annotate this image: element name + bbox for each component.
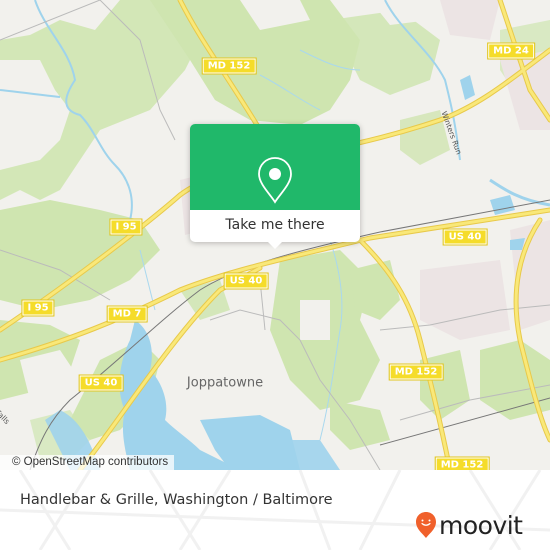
popup-header: [190, 124, 360, 210]
popup-tail: [267, 241, 283, 249]
moovit-pin-icon: [416, 512, 436, 538]
road-shield-md7: MD 7: [106, 305, 148, 323]
road-shield-md152: MD 152: [201, 57, 257, 75]
location-title: Handlebar & Grille, Washington / Baltimo…: [20, 492, 333, 508]
road-shield-us40: US 40: [442, 228, 488, 246]
moovit-logo[interactable]: moovit: [415, 507, 523, 543]
road-shield-i95: I 95: [109, 218, 143, 236]
road-shield-us40: US 40: [223, 272, 269, 290]
osm-attribution-link[interactable]: © OpenStreetMap contributors: [0, 455, 175, 470]
road-shield-md152: MD 152: [434, 456, 490, 470]
place-label-joppatowne: Joppatowne: [186, 375, 264, 391]
map-view[interactable]: MD 152 MD 24 I 95 I 95 MD 7 US 40 US 40 …: [0, 0, 550, 470]
road-shield-i95: I 95: [21, 299, 55, 317]
moovit-wordmark: moovit: [439, 510, 523, 540]
road-shield-md152: MD 152: [388, 363, 444, 381]
take-me-there-button[interactable]: Take me there: [190, 210, 360, 242]
road-shield-us40: US 40: [78, 374, 124, 392]
take-me-there-popup[interactable]: Take me there: [190, 124, 360, 249]
map-pin-icon: [258, 157, 292, 204]
footer-bar: Handlebar & Grille, Washington / Baltimo…: [0, 470, 550, 550]
road-shield-md24: MD 24: [487, 42, 535, 60]
